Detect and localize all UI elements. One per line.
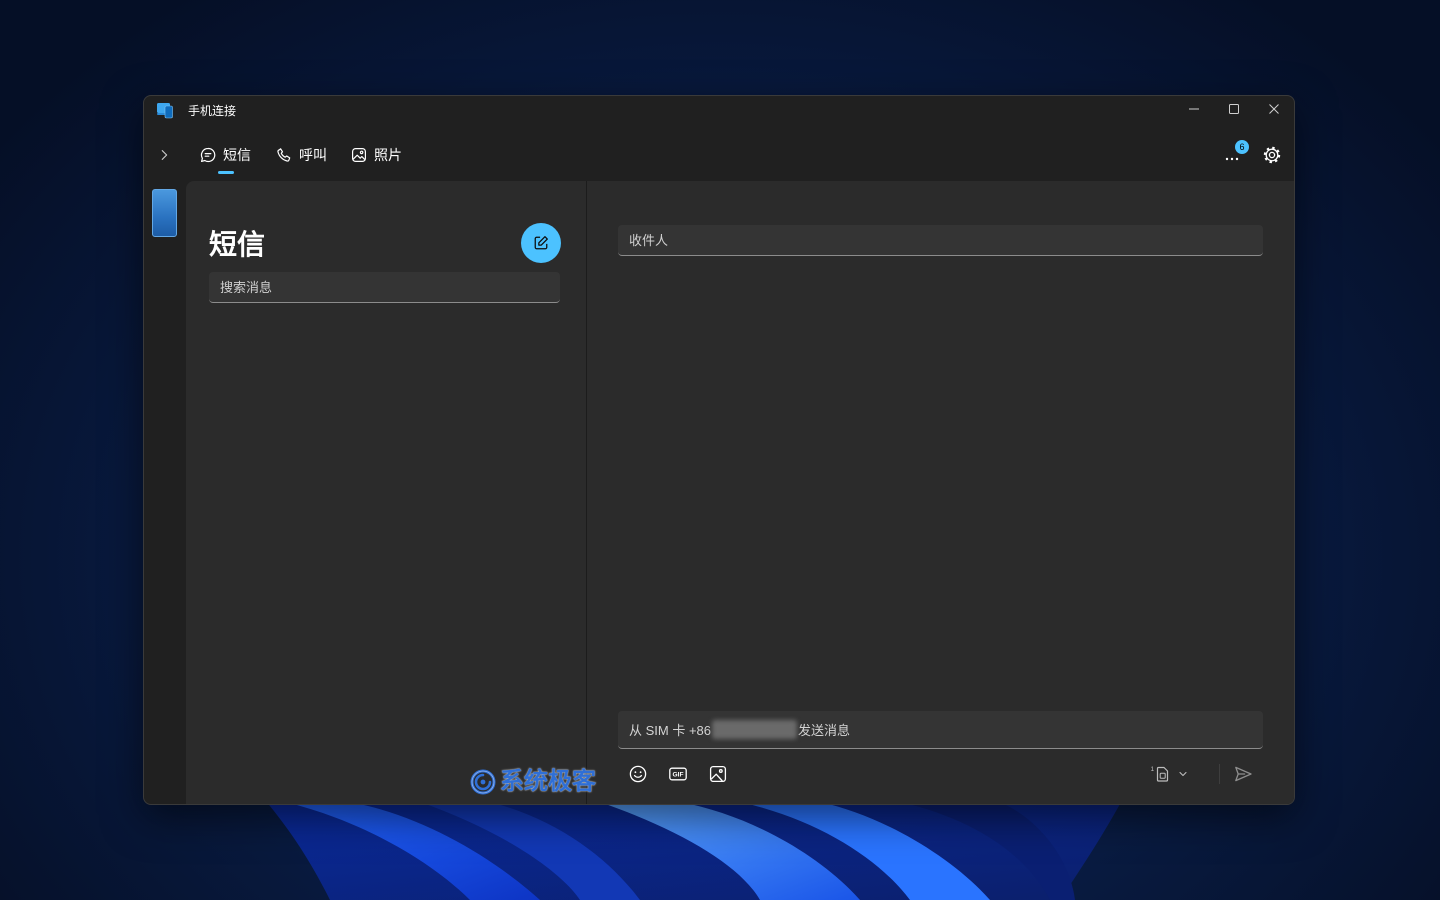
toolbar-divider — [1219, 764, 1220, 784]
search-box — [209, 272, 560, 303]
gif-button[interactable]: GIF — [668, 764, 688, 784]
watermark: 系统极客 — [469, 767, 596, 797]
redacted-phone-number — [712, 720, 797, 739]
message-placeholder-prefix: 从 SIM 卡 +86 — [629, 723, 711, 738]
sim-selector[interactable]: 1 — [1149, 764, 1173, 784]
photo-icon — [352, 148, 367, 163]
new-message-button[interactable] — [521, 223, 561, 263]
emoji-icon — [629, 765, 647, 783]
tab-calls[interactable]: 呼叫 — [276, 135, 327, 175]
compose-icon — [534, 236, 548, 250]
image-icon — [709, 765, 727, 783]
close-icon — [1269, 104, 1279, 114]
search-input[interactable] — [209, 272, 560, 302]
conversation-panel: 从 SIM 卡 +86 发送消息 GIF — [587, 181, 1294, 804]
attach-image-button[interactable] — [708, 764, 728, 784]
chevron-down-icon — [1179, 771, 1187, 777]
title-bar[interactable]: 手机连接 — [144, 96, 1294, 128]
phone-link-window: 手机连接 短信 呼叫 照片 6 短信 搜索消息 收件人 从 SIM 卡 +86 … — [143, 95, 1295, 805]
phone-thumbnail-icon[interactable] — [152, 189, 177, 237]
message-input[interactable]: 从 SIM 卡 +86 发送消息 — [618, 711, 1263, 749]
device-rail — [144, 181, 186, 804]
tab-label: 呼叫 — [299, 147, 327, 163]
active-tab-indicator — [217, 171, 234, 174]
gif-icon: GIF — [669, 767, 687, 781]
sim-card-icon: 1 — [1151, 766, 1169, 782]
maximize-icon — [1229, 104, 1239, 114]
gif-label: GIF — [673, 772, 684, 779]
messages-list-panel: 短信 — [186, 181, 586, 804]
chevron-right-icon — [161, 150, 168, 160]
maximize-button[interactable] — [1214, 96, 1254, 122]
tab-label: 短信 — [223, 147, 251, 163]
phone-icon — [277, 148, 291, 162]
window-title: 手机连接 — [188, 104, 237, 118]
gear-icon — [1263, 146, 1281, 164]
expand-sidebar-button[interactable] — [154, 145, 174, 165]
settings-button[interactable] — [1262, 145, 1282, 165]
minimize-button[interactable] — [1174, 96, 1214, 122]
emoji-button[interactable] — [628, 764, 648, 784]
send-button[interactable] — [1233, 764, 1253, 784]
sim-slot-number: 1 — [1151, 766, 1155, 773]
message-placeholder-suffix: 发送消息 — [798, 723, 851, 738]
watermark-text: 系统极客 — [500, 768, 596, 795]
close-button[interactable] — [1254, 96, 1294, 122]
minimize-icon — [1189, 108, 1199, 110]
sim-dropdown-button[interactable] — [1177, 764, 1189, 784]
tab-messages[interactable]: 短信 — [200, 135, 251, 175]
send-icon — [1235, 766, 1252, 782]
phone-link-icon — [156, 101, 174, 119]
watermark-logo-icon — [470, 769, 496, 795]
message-icon — [200, 147, 216, 163]
page-title: 短信 — [209, 229, 266, 260]
tab-photos[interactable]: 照片 — [351, 135, 402, 175]
tab-label: 照片 — [374, 147, 402, 163]
recipient-input[interactable] — [618, 225, 1263, 255]
recipient-box — [618, 225, 1263, 256]
notification-badge: 6 — [1235, 140, 1249, 154]
